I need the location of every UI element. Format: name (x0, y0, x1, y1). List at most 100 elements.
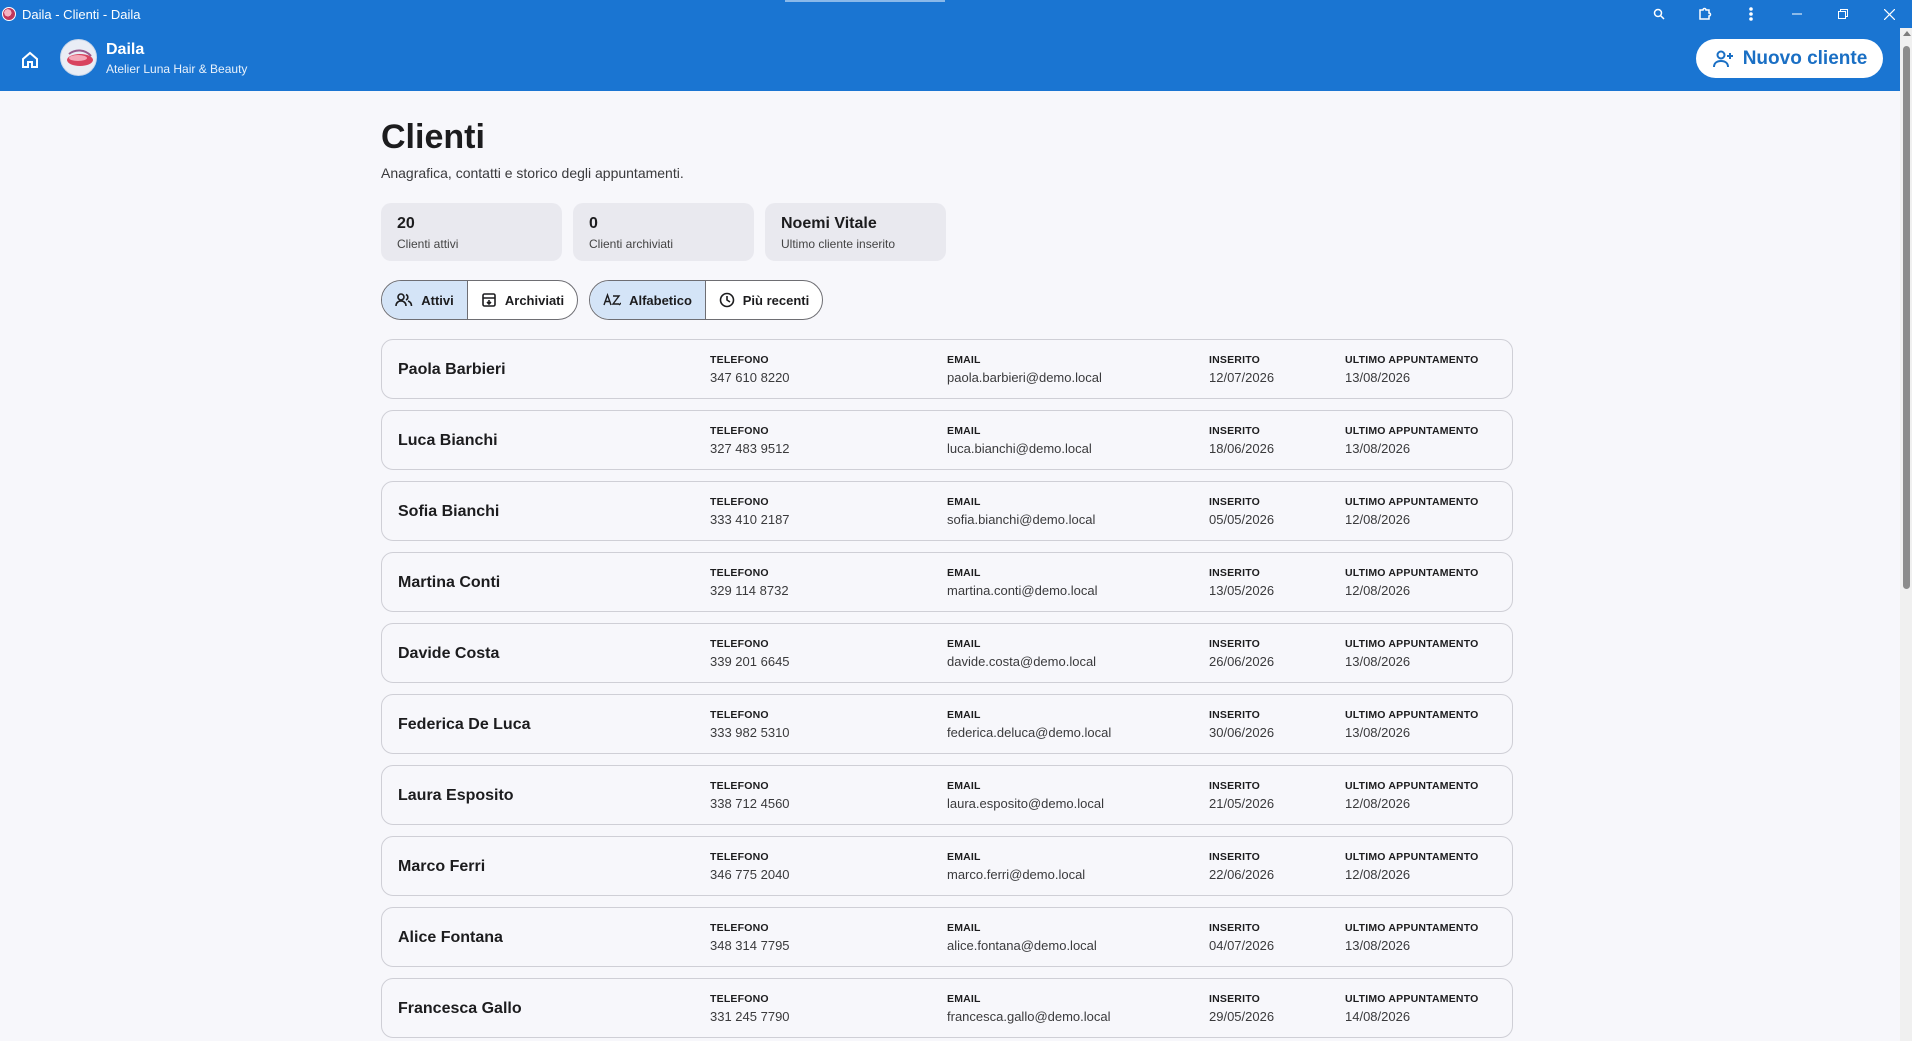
new-client-button[interactable]: Nuovo cliente (1696, 39, 1883, 78)
window-title: Daila - Clienti - Daila (22, 6, 141, 22)
stat-value: 0 (589, 215, 598, 232)
client-email: alice.fontana@demo.local (947, 938, 1097, 953)
client-email: davide.costa@demo.local (947, 654, 1097, 669)
client-phone: 331 245 7790 (710, 1009, 790, 1024)
client-last-appointment: 12/08/2026 (1345, 796, 1411, 811)
filter-archived-label: Archiviati (504, 292, 565, 308)
inserted-header: INSERITO (1209, 354, 1260, 366)
inserted-header: INSERITO (1209, 567, 1260, 579)
client-row[interactable]: Laura Esposito TELEFONO 338 712 4560 EMAI… (381, 765, 1513, 825)
more-vert-icon[interactable] (1728, 0, 1774, 28)
sort-recent-label: Più recenti (742, 292, 810, 308)
phone-header: TELEFONO (710, 780, 769, 792)
stat-archived-clients: 0 Clienti archiviati (573, 203, 754, 261)
client-name: Luca Bianchi (398, 432, 498, 449)
client-inserted: 05/05/2026 (1209, 512, 1275, 527)
inserted-header: INSERITO (1209, 851, 1260, 863)
sort-filter: Alfabetico Più recenti (589, 280, 823, 320)
client-inserted: 22/06/2026 (1209, 867, 1275, 882)
client-inserted: 26/06/2026 (1209, 654, 1275, 669)
scroll-thumb[interactable] (1903, 46, 1910, 589)
close-icon[interactable] (1866, 0, 1912, 28)
window-controls (1636, 0, 1912, 28)
phone-header: TELEFONO (710, 354, 769, 366)
client-last-appointment: 13/08/2026 (1345, 938, 1411, 953)
client-inserted: 13/05/2026 (1209, 583, 1275, 598)
client-row[interactable]: Federica De Luca TELEFONO 333 982 5310 EM… (381, 694, 1513, 754)
client-inserted: 04/07/2026 (1209, 938, 1275, 953)
client-phone: 333 410 2187 (710, 512, 790, 527)
page-title: Clienti (381, 118, 485, 156)
client-row[interactable]: Paola Barbieri TELEFONO 347 610 8220 EMAI… (381, 339, 1513, 399)
client-name: Paola Barbieri (398, 361, 506, 378)
client-email: martina.conti@demo.local (947, 583, 1098, 598)
client-name: Marco Ferri (398, 858, 486, 875)
stat-label: Clienti attivi (397, 237, 459, 251)
status-filter: Attivi Archiviati (381, 280, 578, 320)
client-inserted: 29/05/2026 (1209, 1009, 1275, 1024)
client-last-appointment: 12/08/2026 (1345, 583, 1411, 598)
filter-active-button[interactable]: Attivi (382, 281, 467, 319)
client-phone: 346 775 2040 (710, 867, 790, 882)
client-name: Federica De Luca (398, 716, 531, 733)
filter-archived-button[interactable]: Archiviati (467, 281, 577, 319)
filter-active-label: Attivi (421, 292, 454, 308)
phone-header: TELEFONO (710, 496, 769, 508)
home-icon[interactable] (16, 46, 44, 74)
email-header: EMAIL (947, 354, 981, 366)
last-appointment-header: ULTIMO APPUNTAMENTO (1345, 567, 1479, 579)
page-subtitle: Anagrafica, contatti e storico degli app… (381, 165, 684, 181)
client-row[interactable]: Marco Ferri TELEFONO 346 775 2040 EMAIL ma… (381, 836, 1513, 896)
client-name: Davide Costa (398, 645, 500, 662)
brand-name: Daila (106, 41, 145, 58)
client-row[interactable]: Luca Bianchi TELEFONO 327 483 9512 EMAIL l… (381, 410, 1513, 470)
stat-label: Clienti archiviati (589, 237, 674, 251)
client-name: Sofia Bianchi (398, 503, 500, 520)
sort-alpha-button[interactable]: Alfabetico (590, 281, 705, 319)
phone-header: TELEFONO (710, 993, 769, 1005)
scroll-up-arrow-icon[interactable] (1903, 31, 1911, 36)
extensions-icon[interactable] (1682, 0, 1728, 28)
restore-icon[interactable] (1820, 0, 1866, 28)
client-inserted: 18/06/2026 (1209, 441, 1275, 456)
sort-recent-button[interactable]: Più recenti (705, 281, 822, 319)
zoom-icon[interactable] (1636, 0, 1682, 28)
inserted-header: INSERITO (1209, 425, 1260, 437)
client-phone: 347 610 8220 (710, 370, 790, 385)
client-phone: 329 114 8732 (710, 583, 789, 598)
client-last-appointment: 13/08/2026 (1345, 654, 1411, 669)
app-icon (2, 7, 16, 21)
inserted-header: INSERITO (1209, 496, 1260, 508)
scrollbar[interactable] (1900, 28, 1912, 1041)
inserted-header: INSERITO (1209, 993, 1260, 1005)
email-header: EMAIL (947, 780, 981, 792)
client-phone: 348 314 7795 (710, 938, 790, 953)
client-row[interactable]: Martina Conti TELEFONO 329 114 8732 EMAIL… (381, 552, 1513, 612)
client-row[interactable]: Francesca Gallo TELEFONO 331 245 7790 EMA… (381, 978, 1513, 1038)
email-header: EMAIL (947, 993, 981, 1005)
client-row[interactable]: Alice Fontana TELEFONO 348 314 7795 EMAIL… (381, 907, 1513, 967)
brand-subtitle: Atelier Luna Hair & Beauty (106, 62, 248, 76)
last-appointment-header: ULTIMO APPUNTAMENTO (1345, 425, 1479, 437)
email-header: EMAIL (947, 922, 981, 934)
client-email: laura.esposito@demo.local (947, 796, 1105, 811)
titlebar-accent (785, 0, 945, 2)
phone-header: TELEFONO (710, 922, 769, 934)
client-row[interactable]: Sofia Bianchi TELEFONO 333 410 2187 EMAIL… (381, 481, 1513, 541)
client-name: Francesca Gallo (398, 1000, 522, 1017)
new-client-label: Nuovo cliente (1742, 47, 1868, 69)
client-last-appointment: 13/08/2026 (1345, 370, 1411, 385)
client-inserted: 21/05/2026 (1209, 796, 1275, 811)
minimize-icon[interactable] (1774, 0, 1820, 28)
sort-alpha-label: Alfabetico (629, 292, 692, 308)
client-email: paola.barbieri@demo.local (947, 370, 1102, 385)
client-last-appointment: 13/08/2026 (1345, 725, 1411, 740)
email-header: EMAIL (947, 851, 981, 863)
phone-header: TELEFONO (710, 638, 769, 650)
last-appointment-header: ULTIMO APPUNTAMENTO (1345, 354, 1479, 366)
last-appointment-header: ULTIMO APPUNTAMENTO (1345, 851, 1479, 863)
client-row[interactable]: Davide Costa TELEFONO 339 201 6645 EMAIL d… (381, 623, 1513, 683)
client-last-appointment: 13/08/2026 (1345, 441, 1411, 456)
last-appointment-header: ULTIMO APPUNTAMENTO (1345, 780, 1479, 792)
stat-active-clients: 20 Clienti attivi (381, 203, 562, 261)
